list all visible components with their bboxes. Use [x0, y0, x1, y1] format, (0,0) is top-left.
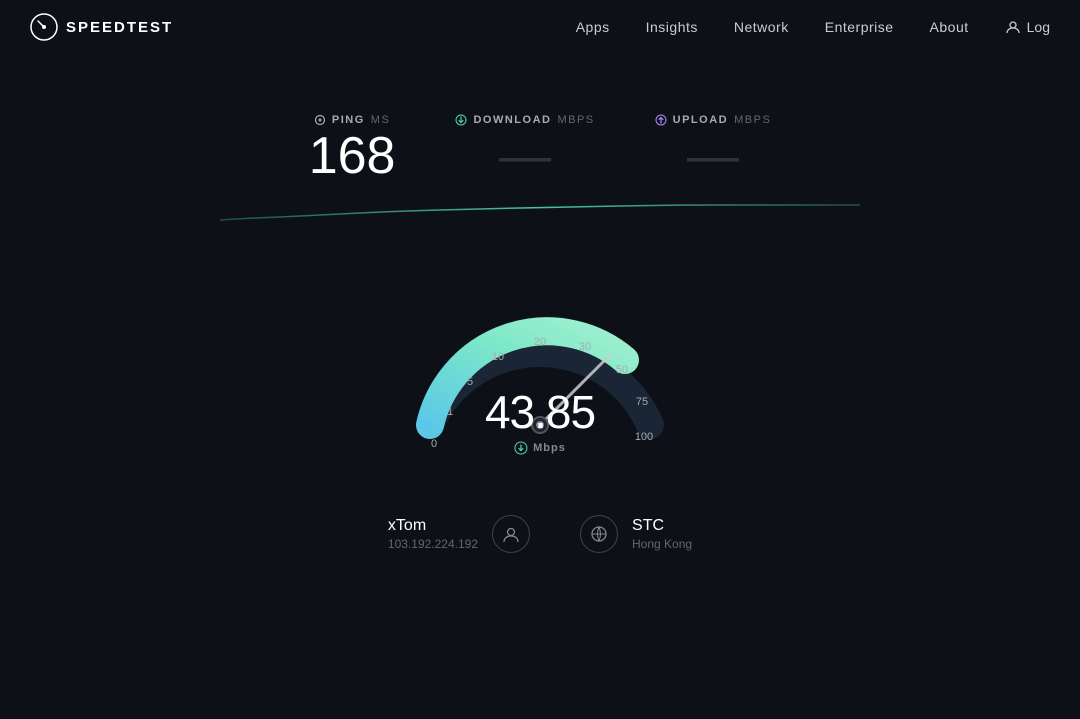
download-header: DOWNLOAD Mbps [455, 114, 594, 126]
gauge-unit-row: Mbps [485, 441, 595, 455]
user-circle-icon[interactable] [492, 515, 530, 553]
server-location: Hong Kong [632, 537, 692, 551]
server-block: STC Hong Kong [580, 515, 692, 553]
svg-text:30: 30 [579, 341, 591, 353]
nav-enterprise[interactable]: Enterprise [825, 19, 894, 35]
ping-header: PING ms [314, 114, 390, 126]
svg-text:20: 20 [534, 336, 546, 348]
svg-text:0: 0 [431, 438, 437, 450]
server-text: STC Hong Kong [632, 517, 692, 551]
gauge-number: 43.85 [485, 385, 595, 439]
globe-circle-icon[interactable] [580, 515, 618, 553]
upload-label: UPLOAD [673, 114, 728, 126]
download-icon [455, 114, 467, 126]
svg-text:75: 75 [636, 396, 648, 408]
gauge-unit: Mbps [533, 442, 566, 454]
logo[interactable]: SPEEDTEST [30, 13, 173, 41]
nav-about[interactable]: About [930, 19, 969, 35]
nav-login[interactable]: Log [1005, 19, 1050, 35]
speedtest-logo-icon [30, 13, 58, 41]
isp-block: xTom 103.192.224.192 [388, 515, 530, 553]
svg-text:50: 50 [616, 364, 628, 376]
person-icon [502, 525, 520, 543]
upload-unit: Mbps [734, 114, 771, 126]
download-label: DOWNLOAD [473, 114, 551, 126]
svg-text:100: 100 [635, 431, 653, 443]
nav-links: Apps Insights Network Enterprise About L… [576, 19, 1050, 35]
main-content: PING ms 168 DOWNLOAD Mbps — [0, 54, 1080, 719]
bottom-info: xTom 103.192.224.192 STC Ho [388, 515, 692, 553]
download-unit: Mbps [557, 114, 594, 126]
ping-icon [314, 114, 326, 126]
ping-unit: ms [371, 114, 391, 126]
navbar: SPEEDTEST Apps Insights Network Enterpri… [0, 0, 1080, 54]
upload-icon [655, 114, 667, 126]
svg-text:1: 1 [447, 406, 453, 418]
upload-header: UPLOAD Mbps [655, 114, 772, 126]
logo-text: SPEEDTEST [66, 19, 173, 36]
gauge-container: 0 1 5 10 20 30 50 75 100 43.85 [380, 215, 700, 495]
gauge-value-display: 43.85 Mbps [485, 385, 595, 455]
svg-text:10: 10 [492, 351, 504, 363]
globe-icon [590, 525, 608, 543]
ping-label: PING [332, 114, 365, 126]
download-small-icon [514, 441, 528, 455]
isp-text: xTom 103.192.224.192 [388, 517, 478, 551]
isp-ip: 103.192.224.192 [388, 537, 478, 551]
svg-text:5: 5 [467, 376, 473, 388]
server-name: STC [632, 517, 692, 535]
user-icon [1005, 19, 1021, 35]
isp-name: xTom [388, 517, 478, 535]
login-label: Log [1027, 19, 1050, 35]
nav-apps[interactable]: Apps [576, 19, 610, 35]
nav-network[interactable]: Network [734, 19, 789, 35]
nav-insights[interactable]: Insights [646, 19, 698, 35]
